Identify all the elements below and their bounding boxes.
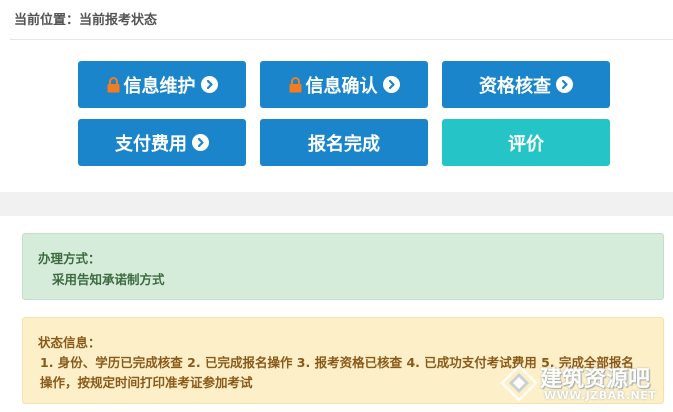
diamond-logo-icon [500,364,538,402]
qualification-check-button[interactable]: 资格核查 [442,61,610,108]
method-alert-title: 办理方式： [38,251,101,266]
watermark: 建筑资源吧 WWW.JZBAR.NET [498,358,673,412]
pay-fee-button[interactable]: 支付费用 [78,119,246,166]
method-alert-body: 采用告知承诺制方式 [52,272,165,287]
header-divider [10,39,673,40]
chevron-right-circle-icon [382,76,400,93]
lock-icon [289,76,301,92]
info-maintenance-label: 信息维护 [123,75,196,97]
qualification-check-label: 资格核查 [479,75,551,97]
evaluate-button[interactable]: 评价 [442,119,610,166]
info-confirm-button[interactable]: 信息确认 [260,61,428,108]
status-alert-title: 状态信息： [38,335,101,350]
registration-complete-button[interactable]: 报名完成 [260,119,428,166]
breadcrumb: 当前位置：当前报考状态 [14,13,158,28]
method-alert: 办理方式： 采用告知承诺制方式 [22,233,664,300]
info-confirm-label: 信息确认 [305,75,378,97]
chevron-right-circle-icon [200,76,218,93]
chevron-right-circle-icon [192,134,209,151]
pay-fee-label: 支付费用 [115,133,187,155]
lock-icon [107,76,119,92]
info-maintenance-button[interactable]: 信息维护 [78,61,246,108]
chevron-right-circle-icon [556,76,573,93]
registration-complete-label: 报名完成 [308,133,380,155]
evaluate-label: 评价 [508,133,544,155]
watermark-url: WWW.JZBAR.NET [544,389,657,402]
